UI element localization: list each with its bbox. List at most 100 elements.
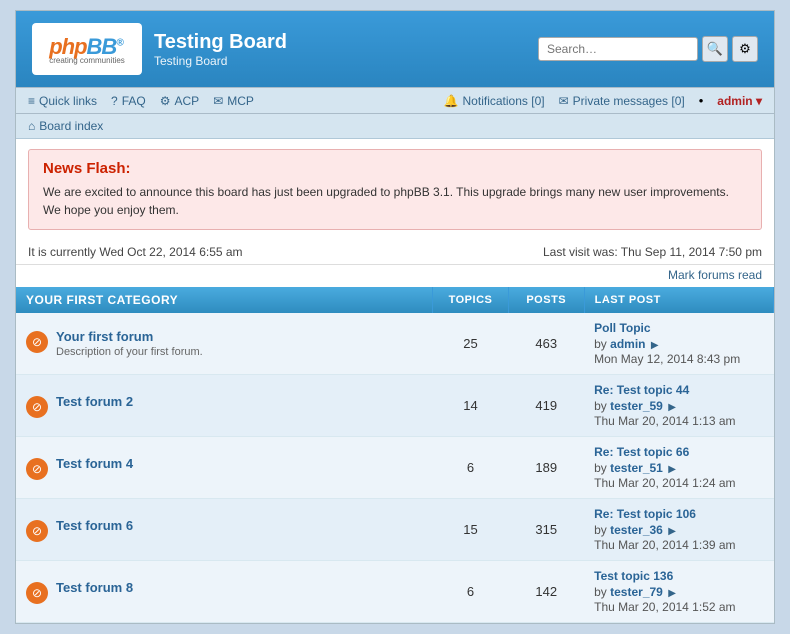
forum-info-3: Test forum 6 [56, 518, 133, 533]
header: phpBB® creating communities Testing Boar… [16, 11, 774, 87]
last-post-title-4[interactable]: Test topic 136 [594, 569, 763, 583]
last-post-author-link-2[interactable]: tester_51 [610, 461, 663, 475]
last-post-time-2: Thu Mar 20, 2014 1:24 am [594, 476, 763, 490]
navbar-left: ≡ Quick links ? FAQ ⚙ ACP ✉ MCP [28, 94, 254, 108]
posts-cell-0: 463 [508, 313, 584, 375]
last-post-time-1: Thu Mar 20, 2014 1:13 am [594, 414, 763, 428]
forum-info-2: Test forum 4 [56, 456, 133, 471]
topics-cell-0: 25 [433, 313, 509, 375]
posts-cell-3: 315 [508, 499, 584, 561]
last-post-cell-3: Re: Test topic 106 by tester_36 ▶ Thu Ma… [584, 499, 773, 561]
board-title-area: Testing Board Testing Board [154, 31, 287, 68]
view-post-icon-1[interactable]: ▶ [668, 402, 676, 413]
view-post-icon-0[interactable]: ▶ [651, 340, 659, 351]
mcp-label: MCP [227, 94, 254, 108]
forum-name-cell-3: ⊘ Test forum 6 [16, 499, 433, 561]
last-post-author-link-3[interactable]: tester_36 [610, 523, 663, 537]
forum-icon-4: ⊘ [26, 582, 48, 604]
forum-name-cell-0: ⊘ Your first forum Description of your f… [16, 313, 433, 375]
pm-link[interactable]: ✉ Private messages [0] [559, 94, 685, 108]
logo: phpBB® creating communities [49, 34, 125, 65]
forum-icon-3: ⊘ [26, 520, 48, 542]
navbar: ≡ Quick links ? FAQ ⚙ ACP ✉ MCP 🔔 Notifi… [16, 87, 774, 114]
acp-label: ACP [175, 94, 200, 108]
notifications-link[interactable]: 🔔 Notifications [0] [444, 94, 545, 108]
logo-sub: creating communities [49, 56, 125, 65]
admin-username: admin [717, 94, 752, 108]
news-flash-body: We are excited to announce this board ha… [43, 183, 747, 219]
pm-label: Private messages [0] [573, 94, 685, 108]
last-post-author-link-4[interactable]: tester_79 [610, 585, 663, 599]
posts-cell-2: 189 [508, 437, 584, 499]
view-post-icon-3[interactable]: ▶ [668, 526, 676, 537]
last-visit: Last visit was: Thu Sep 11, 2014 7:50 pm [543, 245, 762, 259]
faq-link[interactable]: ? FAQ [111, 94, 146, 108]
bell-icon: 🔔 [444, 94, 459, 108]
last-post-time-4: Thu Mar 20, 2014 1:52 am [594, 600, 763, 614]
status-bar: It is currently Wed Oct 22, 2014 6:55 am… [16, 240, 774, 265]
forum-info-4: Test forum 8 [56, 580, 133, 595]
forum-link-0[interactable]: Your first forum [56, 329, 153, 344]
logo-bb: BB [87, 34, 117, 59]
forum-link-4[interactable]: Test forum 8 [56, 580, 133, 595]
last-post-title-0[interactable]: Poll Topic [594, 321, 763, 335]
admin-link[interactable]: admin ▾ [717, 94, 762, 108]
question-icon: ? [111, 94, 118, 108]
view-post-icon-2[interactable]: ▶ [668, 464, 676, 475]
acp-link[interactable]: ⚙ ACP [160, 94, 199, 108]
mcp-link[interactable]: ✉ MCP [213, 94, 254, 108]
last-post-title-2[interactable]: Re: Test topic 66 [594, 445, 763, 459]
faq-label: FAQ [122, 94, 146, 108]
last-post-title-3[interactable]: Re: Test topic 106 [594, 507, 763, 521]
hamburger-icon: ≡ [28, 94, 35, 108]
view-post-icon-4[interactable]: ▶ [668, 588, 676, 599]
last-post-time-0: Mon May 12, 2014 8:43 pm [594, 352, 763, 366]
navbar-right: 🔔 Notifications [0] ✉ Private messages [… [444, 93, 762, 108]
last-post-time-3: Thu Mar 20, 2014 1:39 am [594, 538, 763, 552]
topics-cell-2: 6 [433, 437, 509, 499]
logo-box: phpBB® creating communities [32, 23, 142, 75]
board-wrapper: phpBB® creating communities Testing Boar… [15, 10, 775, 624]
notifications-label: Notifications [0] [463, 94, 545, 108]
quick-links-menu[interactable]: ≡ Quick links [28, 94, 97, 108]
last-post-cell-0: Poll Topic by admin ▶ Mon May 12, 2014 8… [584, 313, 773, 375]
search-input[interactable] [538, 37, 698, 61]
advanced-search-button[interactable]: ⚙ [732, 36, 758, 62]
forum-row: ⊘ Test forum 4 6 189 Re: Test topic 66 b… [16, 437, 774, 499]
forum-icon-1: ⊘ [26, 396, 48, 418]
last-post-cell-2: Re: Test topic 66 by tester_51 ▶ Thu Mar… [584, 437, 773, 499]
breadcrumb: ⌂ Board index [16, 114, 774, 139]
news-flash-title: News Flash: [43, 160, 747, 177]
current-time: It is currently Wed Oct 22, 2014 6:55 am [28, 245, 243, 259]
posts-cell-1: 419 [508, 375, 584, 437]
board-index-link[interactable]: ⌂ Board index [28, 119, 762, 133]
forum-row: ⊘ Test forum 8 6 142 Test topic 136 by t… [16, 561, 774, 623]
search-area: 🔍 ⚙ [538, 36, 758, 62]
last-post-author-link-1[interactable]: tester_59 [610, 399, 663, 413]
home-icon: ⌂ [28, 119, 35, 133]
separator: • [699, 93, 704, 108]
topics-cell-1: 14 [433, 375, 509, 437]
forum-name-cell-4: ⊘ Test forum 8 [16, 561, 433, 623]
forum-icon-2: ⊘ [26, 458, 48, 480]
category-header: YOUR FIRST CATEGORY [16, 287, 433, 313]
forum-name-cell-2: ⊘ Test forum 4 [16, 437, 433, 499]
forum-link-2[interactable]: Test forum 4 [56, 456, 133, 471]
forum-link-1[interactable]: Test forum 2 [56, 394, 133, 409]
forum-icon-0: ⊘ [26, 331, 48, 353]
board-title: Testing Board [154, 31, 287, 54]
category-header-row: YOUR FIRST CATEGORY TOPICS POSTS LAST PO… [16, 287, 774, 313]
forum-link-3[interactable]: Test forum 6 [56, 518, 133, 533]
forum-row: ⊘ Your first forum Description of your f… [16, 313, 774, 375]
acp-icon: ⚙ [160, 94, 171, 108]
last-post-by-1: by tester_59 ▶ [594, 399, 763, 413]
envelope-icon: ✉ [559, 94, 569, 108]
logo-area: phpBB® creating communities Testing Boar… [32, 23, 287, 75]
topics-cell-4: 6 [433, 561, 509, 623]
search-button[interactable]: 🔍 [702, 36, 728, 62]
forum-table: YOUR FIRST CATEGORY TOPICS POSTS LAST PO… [16, 287, 774, 623]
last-post-title-1[interactable]: Re: Test topic 44 [594, 383, 763, 397]
posts-cell-4: 142 [508, 561, 584, 623]
last-post-author-link-0[interactable]: admin [610, 337, 645, 351]
mark-forums-read-link[interactable]: Mark forums read [668, 268, 762, 282]
